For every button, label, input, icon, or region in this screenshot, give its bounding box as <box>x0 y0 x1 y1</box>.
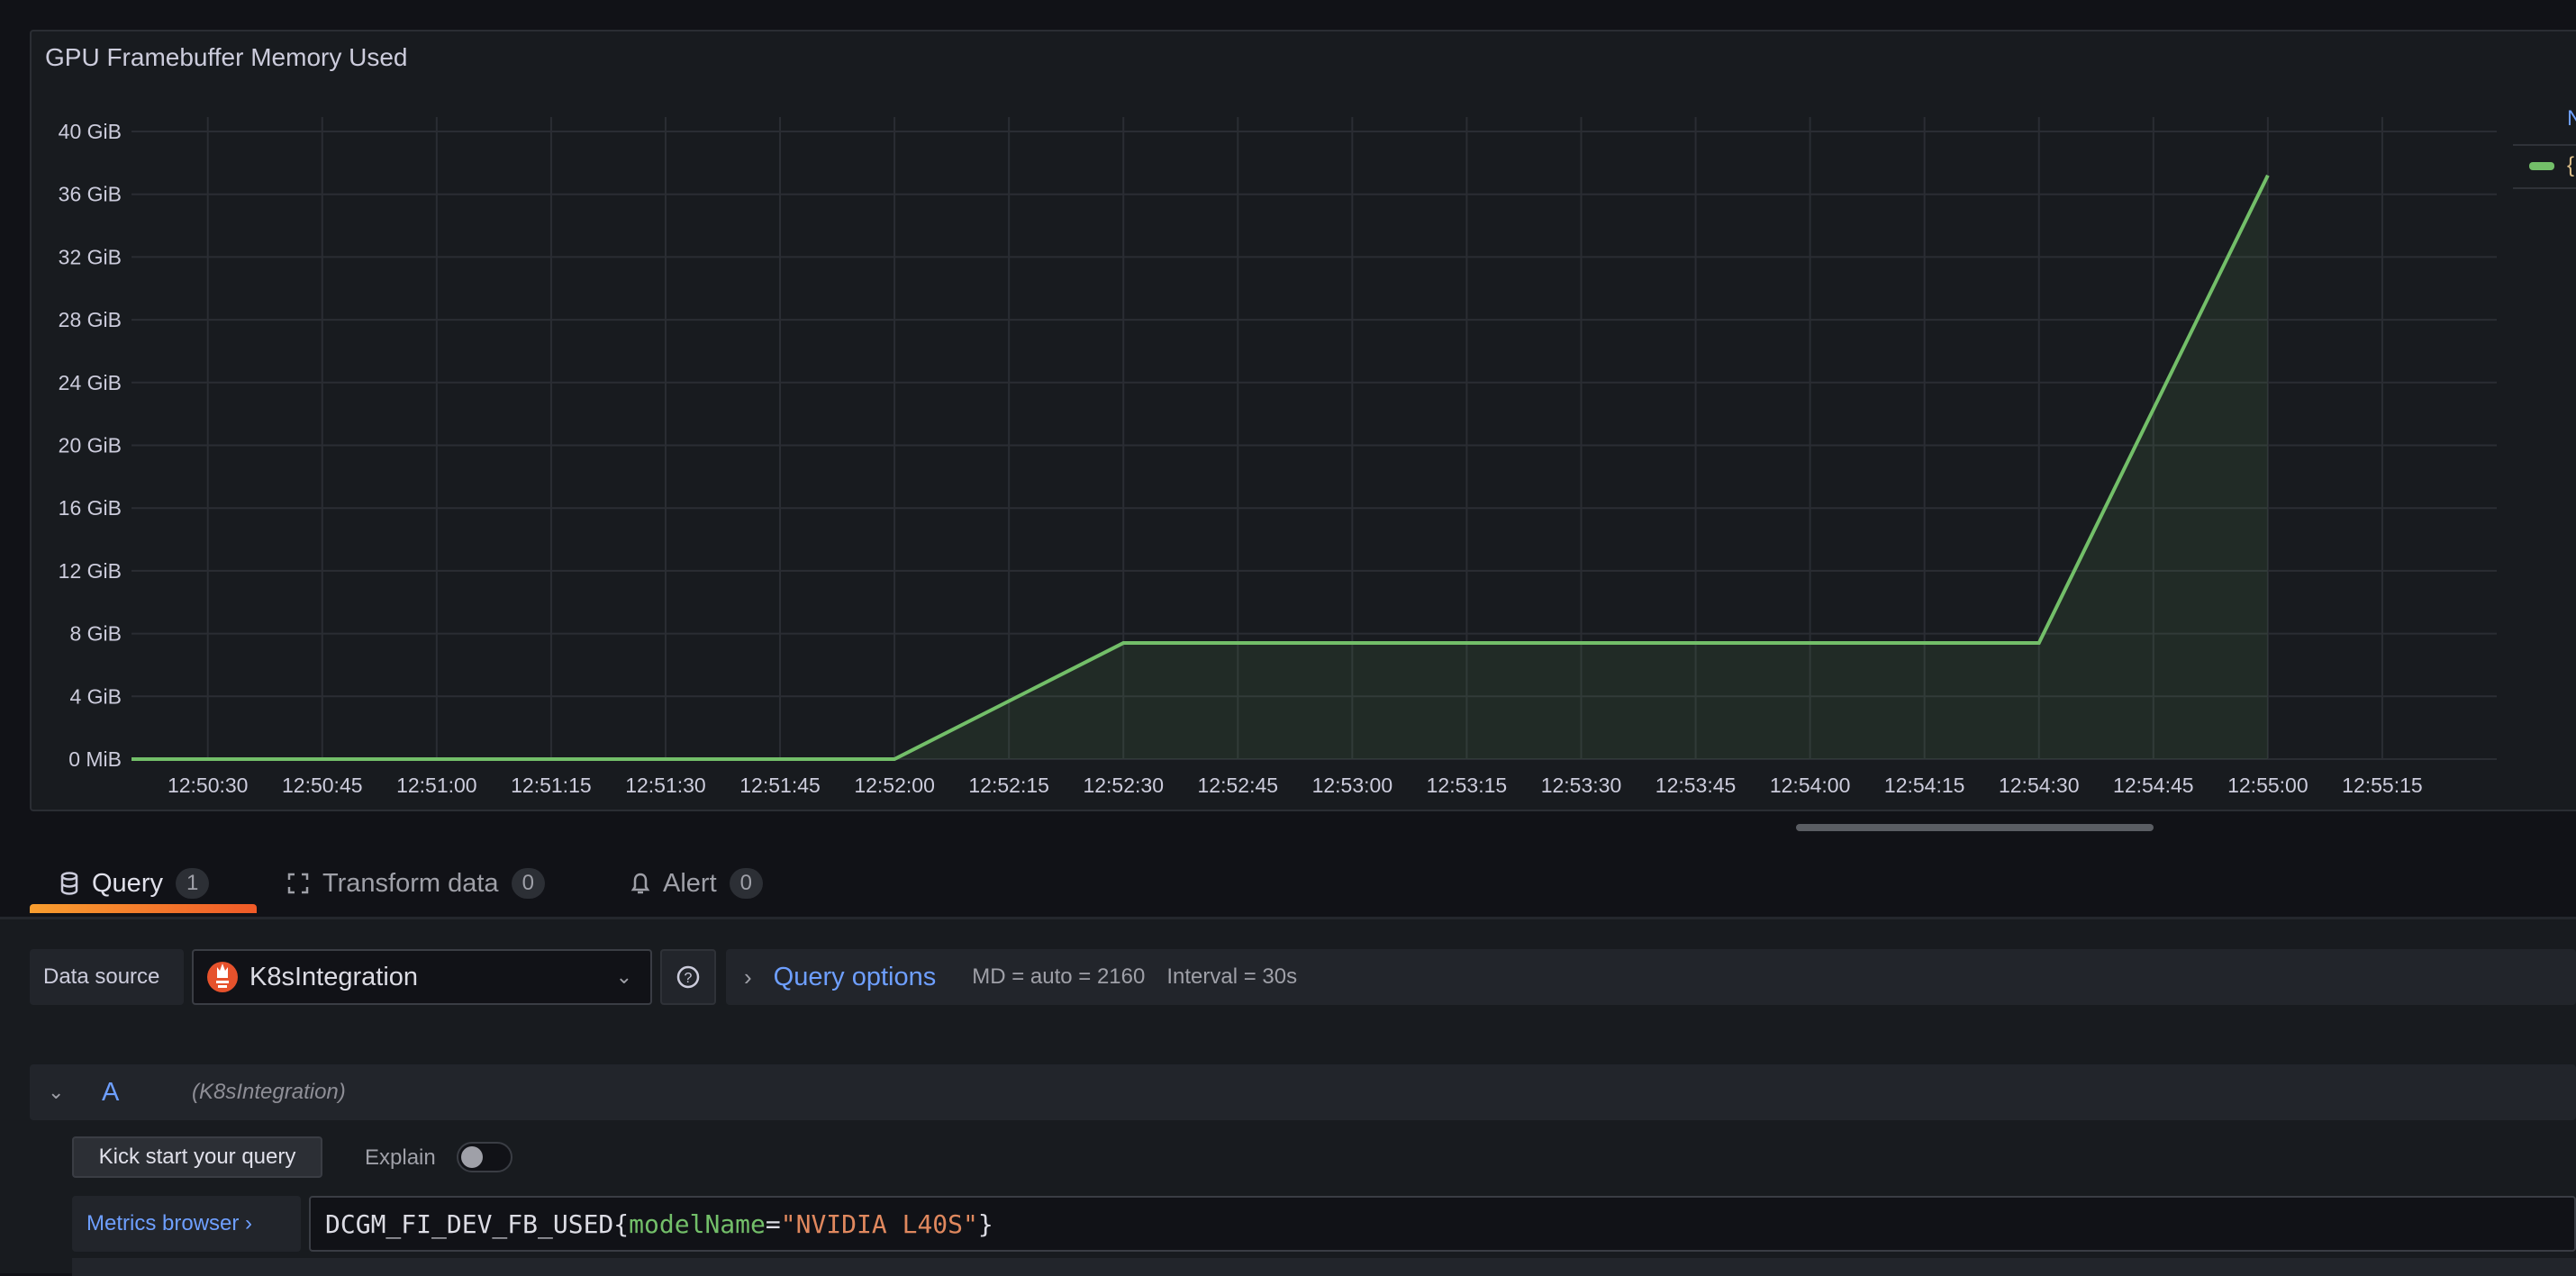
svg-text:?: ? <box>685 971 693 986</box>
chevron-right-icon: › <box>744 963 752 991</box>
horizontal-scrollbar[interactable] <box>1796 824 2154 831</box>
query-input[interactable]: DCGM_FI_DEV_FB_USED{modelName = "NVIDIA L4… <box>309 1196 2576 1252</box>
query-row-header[interactable]: ⌄ A (K8sIntegration) <box>30 1064 2576 1120</box>
chevron-down-icon: ⌄ <box>615 965 632 988</box>
bell-icon <box>630 873 650 894</box>
x-tick-label: 12:51:30 <box>625 774 706 797</box>
active-tab-indicator <box>30 904 257 913</box>
y-tick-label: 20 GiB <box>59 434 122 457</box>
y-tick-label: 12 GiB <box>59 559 122 583</box>
x-tick-label: 12:54:45 <box>2113 774 2194 797</box>
code-operator: = <box>765 1208 781 1239</box>
legend-item[interactable]: { <box>2513 146 2576 189</box>
help-button[interactable]: ? <box>660 949 716 1005</box>
chevron-down-icon[interactable]: ⌄ <box>48 1081 102 1104</box>
interval: Interval = 30s <box>1166 964 1298 989</box>
data-source-select[interactable]: K8sIntegration ⌄ <box>192 949 652 1005</box>
data-source-value: K8sIntegration <box>249 962 419 991</box>
x-tick-label: 12:52:30 <box>1083 774 1164 797</box>
tab-count-badge: 1 <box>175 868 210 899</box>
query-datasource: (K8sIntegration) <box>192 1080 346 1104</box>
x-tick-label: 12:54:00 <box>1770 774 1851 797</box>
x-tick-label: 12:53:00 <box>1312 774 1393 797</box>
tab-label: Query <box>92 868 163 898</box>
tab-query[interactable]: Query 1 <box>59 863 210 904</box>
database-icon <box>60 872 78 895</box>
x-tick-label: 12:51:45 <box>739 774 821 797</box>
legend-label: { <box>2567 153 2575 177</box>
y-tick-label: 24 GiB <box>59 371 122 394</box>
tab-label: Alert <box>663 868 717 898</box>
code-metric: DCGM_FI_DEV_FB_USED <box>325 1208 614 1239</box>
tab-label: Transform data <box>322 868 499 898</box>
y-tick-label: 40 GiB <box>59 120 122 143</box>
x-tick-label: 12:52:00 <box>854 774 935 797</box>
y-tick-label: 4 GiB <box>69 684 122 708</box>
x-tick-label: 12:50:45 <box>282 774 363 797</box>
transform-icon <box>287 873 309 894</box>
y-tick-label: 8 GiB <box>69 622 122 646</box>
tab-count-badge: 0 <box>511 868 545 899</box>
metrics-browser-button[interactable]: Metrics browser › <box>72 1196 301 1252</box>
y-tick-label: 16 GiB <box>59 496 122 520</box>
x-tick-label: 12:53:30 <box>1541 774 1622 797</box>
x-tick-label: 12:52:15 <box>968 774 1049 797</box>
code-brace: } <box>977 1208 993 1239</box>
y-tick-label: 0 MiB <box>68 747 122 771</box>
chart: 0 MiB 4 GiB 8 GiB 12 GiB 16 GiB 20 GiB 24 GiB 2… <box>59 117 2497 797</box>
y-tick-label: 32 GiB <box>59 245 122 268</box>
x-tick-label: 12:55:00 <box>2227 774 2308 797</box>
x-tick-label: 12:51:00 <box>396 774 477 797</box>
kick-start-button[interactable]: Kick start your query <box>72 1136 322 1178</box>
tab-count-badge: 0 <box>729 868 763 899</box>
x-tick-label: 12:54:15 <box>1884 774 1965 797</box>
code-label: modelName <box>629 1208 766 1239</box>
x-tick-label: 12:53:45 <box>1655 774 1737 797</box>
prometheus-icon <box>207 962 238 992</box>
y-tick-label: 36 GiB <box>59 183 122 206</box>
x-tick-label: 12:55:15 <box>2342 774 2423 797</box>
explain-toggle[interactable] <box>457 1142 512 1172</box>
legend-header[interactable]: N <box>2513 106 2576 146</box>
code-value: "NVIDIA L40S" <box>780 1208 978 1239</box>
query-options-toggle[interactable]: › Query options MD = auto = 2160 Interva… <box>726 949 2576 1005</box>
series-area <box>132 175 2268 760</box>
x-tick-label: 12:54:30 <box>1999 774 2080 797</box>
x-tick-label: 12:51:15 <box>511 774 592 797</box>
max-data-points: MD = auto = 2160 <box>972 964 1146 989</box>
code-brace: { <box>613 1208 630 1239</box>
tab-alert[interactable]: Alert 0 <box>630 863 763 904</box>
legend-color-swatch <box>2529 162 2554 170</box>
query-options-title: Query options <box>773 962 937 991</box>
query-section <box>72 1258 2576 1276</box>
data-source-label: Data source <box>30 949 184 1005</box>
x-tick-label: 12:52:45 <box>1198 774 1279 797</box>
query-ref-id[interactable]: A <box>102 1078 192 1108</box>
question-icon: ? <box>676 965 700 989</box>
x-tick-label: 12:53:15 <box>1427 774 1508 797</box>
x-tick-label: 12:50:30 <box>168 774 249 797</box>
y-tick-label: 28 GiB <box>59 308 122 331</box>
tab-transform-data[interactable]: Transform data 0 <box>286 863 545 904</box>
explain-label: Explain <box>365 1145 436 1170</box>
